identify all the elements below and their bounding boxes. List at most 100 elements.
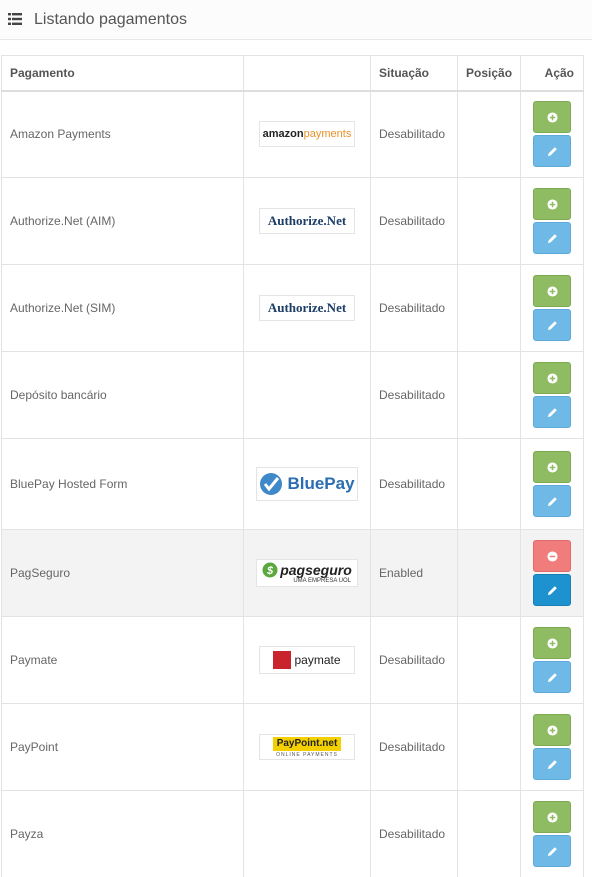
install-button[interactable] bbox=[533, 714, 571, 746]
install-button[interactable] bbox=[533, 188, 571, 220]
pencil-icon bbox=[547, 759, 558, 770]
pencil-icon bbox=[547, 496, 558, 507]
payment-logo-cell: Authorize.Net bbox=[243, 264, 371, 352]
table-row: Payza Desabilitado bbox=[1, 790, 584, 877]
payment-actions bbox=[520, 177, 584, 265]
payment-status: Desabilitado bbox=[370, 264, 458, 352]
page-title: Listando pagamentos bbox=[34, 10, 187, 28]
payment-status: Desabilitado bbox=[370, 790, 458, 877]
logo-text: PayPoint.net bbox=[272, 736, 342, 751]
column-header-situacao[interactable]: Situação bbox=[370, 55, 458, 92]
payment-logo-cell: $ pagseguro UMA EMPRESA UOL bbox=[243, 529, 371, 617]
uninstall-button[interactable] bbox=[533, 540, 571, 572]
payment-status: Enabled bbox=[370, 529, 458, 617]
edit-button[interactable] bbox=[533, 485, 571, 517]
payment-actions bbox=[520, 351, 584, 439]
table-row: BluePay Hosted Form BluePay Desabilitado bbox=[1, 438, 584, 530]
plus-circle-icon bbox=[546, 198, 558, 210]
payment-position bbox=[457, 177, 521, 265]
payment-name: PagSeguro bbox=[1, 529, 244, 617]
payment-position bbox=[457, 703, 521, 791]
edit-button[interactable] bbox=[533, 748, 571, 780]
paypoint-logo: PayPoint.net ONLINE PAYMENTS bbox=[259, 734, 355, 760]
payment-position bbox=[457, 790, 521, 877]
logo-text: Authorize.Net bbox=[267, 213, 347, 228]
payment-actions bbox=[520, 790, 584, 877]
minus-circle-icon bbox=[546, 550, 558, 562]
payment-logo-cell bbox=[243, 351, 371, 439]
pencil-icon bbox=[547, 146, 558, 157]
paymate-mark bbox=[273, 651, 292, 669]
checkmark-icon bbox=[260, 473, 283, 495]
payment-name: Payza bbox=[1, 790, 244, 877]
payment-position bbox=[457, 90, 521, 178]
logo-text: paymate bbox=[294, 653, 341, 667]
logo-text: amazon bbox=[262, 128, 304, 141]
install-button[interactable] bbox=[533, 275, 571, 307]
payment-name: Authorize.Net (SIM) bbox=[1, 264, 244, 352]
column-header-pagamento[interactable]: Pagamento bbox=[1, 55, 244, 92]
edit-button[interactable] bbox=[533, 396, 571, 428]
edit-button[interactable] bbox=[533, 222, 571, 254]
edit-button[interactable] bbox=[533, 835, 571, 867]
dollar-icon: $ bbox=[262, 562, 278, 578]
table-row: Amazon Payments amazon payments Desabilitad… bbox=[1, 90, 584, 178]
logo-text: Authorize.Net bbox=[267, 300, 347, 315]
table-row: PayPoint PayPoint.net ONLINE PAYMENTS Desab… bbox=[1, 703, 584, 791]
payment-logo-cell: Authorize.Net bbox=[243, 177, 371, 265]
logo-text: pagseguro bbox=[280, 562, 352, 578]
pagseguro-logo: $ pagseguro UMA EMPRESA UOL bbox=[256, 559, 358, 587]
install-button[interactable] bbox=[533, 362, 571, 394]
payment-actions bbox=[520, 616, 584, 704]
plus-circle-icon bbox=[546, 112, 558, 123]
payment-status: Desabilitado bbox=[370, 703, 458, 791]
payment-name: Paymate bbox=[1, 616, 244, 704]
install-button[interactable] bbox=[533, 451, 571, 483]
payment-position bbox=[457, 264, 521, 352]
payment-status: Desabilitado bbox=[370, 90, 458, 178]
svg-text:$: $ bbox=[266, 565, 274, 577]
edit-button[interactable] bbox=[533, 574, 571, 606]
pencil-icon bbox=[547, 407, 558, 418]
install-button[interactable] bbox=[533, 801, 571, 833]
payment-name: Authorize.Net (AIM) bbox=[1, 177, 244, 265]
table-row: Authorize.Net (SIM) Authorize.Net Desabili… bbox=[1, 264, 584, 352]
payment-actions bbox=[520, 529, 584, 617]
payment-name: BluePay Hosted Form bbox=[1, 438, 244, 530]
payment-logo-cell: BluePay bbox=[243, 438, 371, 530]
column-header-posicao[interactable]: Posição bbox=[457, 55, 521, 92]
pencil-icon bbox=[547, 585, 558, 596]
payment-status: Desabilitado bbox=[370, 351, 458, 439]
install-button[interactable] bbox=[533, 627, 571, 659]
logo-text: ONLINE PAYMENTS bbox=[276, 751, 338, 758]
payment-actions bbox=[520, 90, 584, 178]
payment-logo-cell: amazon payments bbox=[243, 90, 371, 178]
authorize-net-logo: Authorize.Net bbox=[259, 208, 355, 234]
payment-position bbox=[457, 438, 521, 530]
table-row: PagSeguro $ pagseguro UMA EMPRESA UOL Enable… bbox=[1, 529, 584, 617]
edit-button[interactable] bbox=[533, 135, 571, 168]
pencil-icon bbox=[547, 320, 558, 331]
column-header-acao: Ação bbox=[520, 55, 584, 92]
payment-logo-cell: paymate bbox=[243, 616, 371, 704]
edit-button[interactable] bbox=[533, 661, 571, 693]
install-button[interactable] bbox=[533, 101, 571, 134]
payment-position bbox=[457, 529, 521, 617]
edit-button[interactable] bbox=[533, 309, 571, 341]
authorize-net-logo: Authorize.Net bbox=[259, 295, 355, 321]
pencil-icon bbox=[547, 846, 558, 857]
pencil-icon bbox=[547, 672, 558, 683]
plus-circle-icon bbox=[546, 724, 558, 736]
payment-status: Desabilitado bbox=[370, 177, 458, 265]
table-header-row: Pagamento Situação Posição Ação bbox=[1, 55, 584, 92]
logo-text: BluePay bbox=[287, 474, 355, 493]
payment-name: PayPoint bbox=[1, 703, 244, 791]
payment-actions bbox=[520, 438, 584, 530]
column-header-logo bbox=[243, 55, 371, 92]
plus-circle-icon bbox=[546, 285, 558, 297]
logo-text: UMA EMPRESA UOL bbox=[293, 578, 351, 584]
amazon-payments-logo: amazon payments bbox=[259, 121, 355, 148]
payment-name: Depósito bancário bbox=[1, 351, 244, 439]
plus-circle-icon bbox=[546, 461, 558, 473]
plus-circle-icon bbox=[546, 372, 558, 384]
